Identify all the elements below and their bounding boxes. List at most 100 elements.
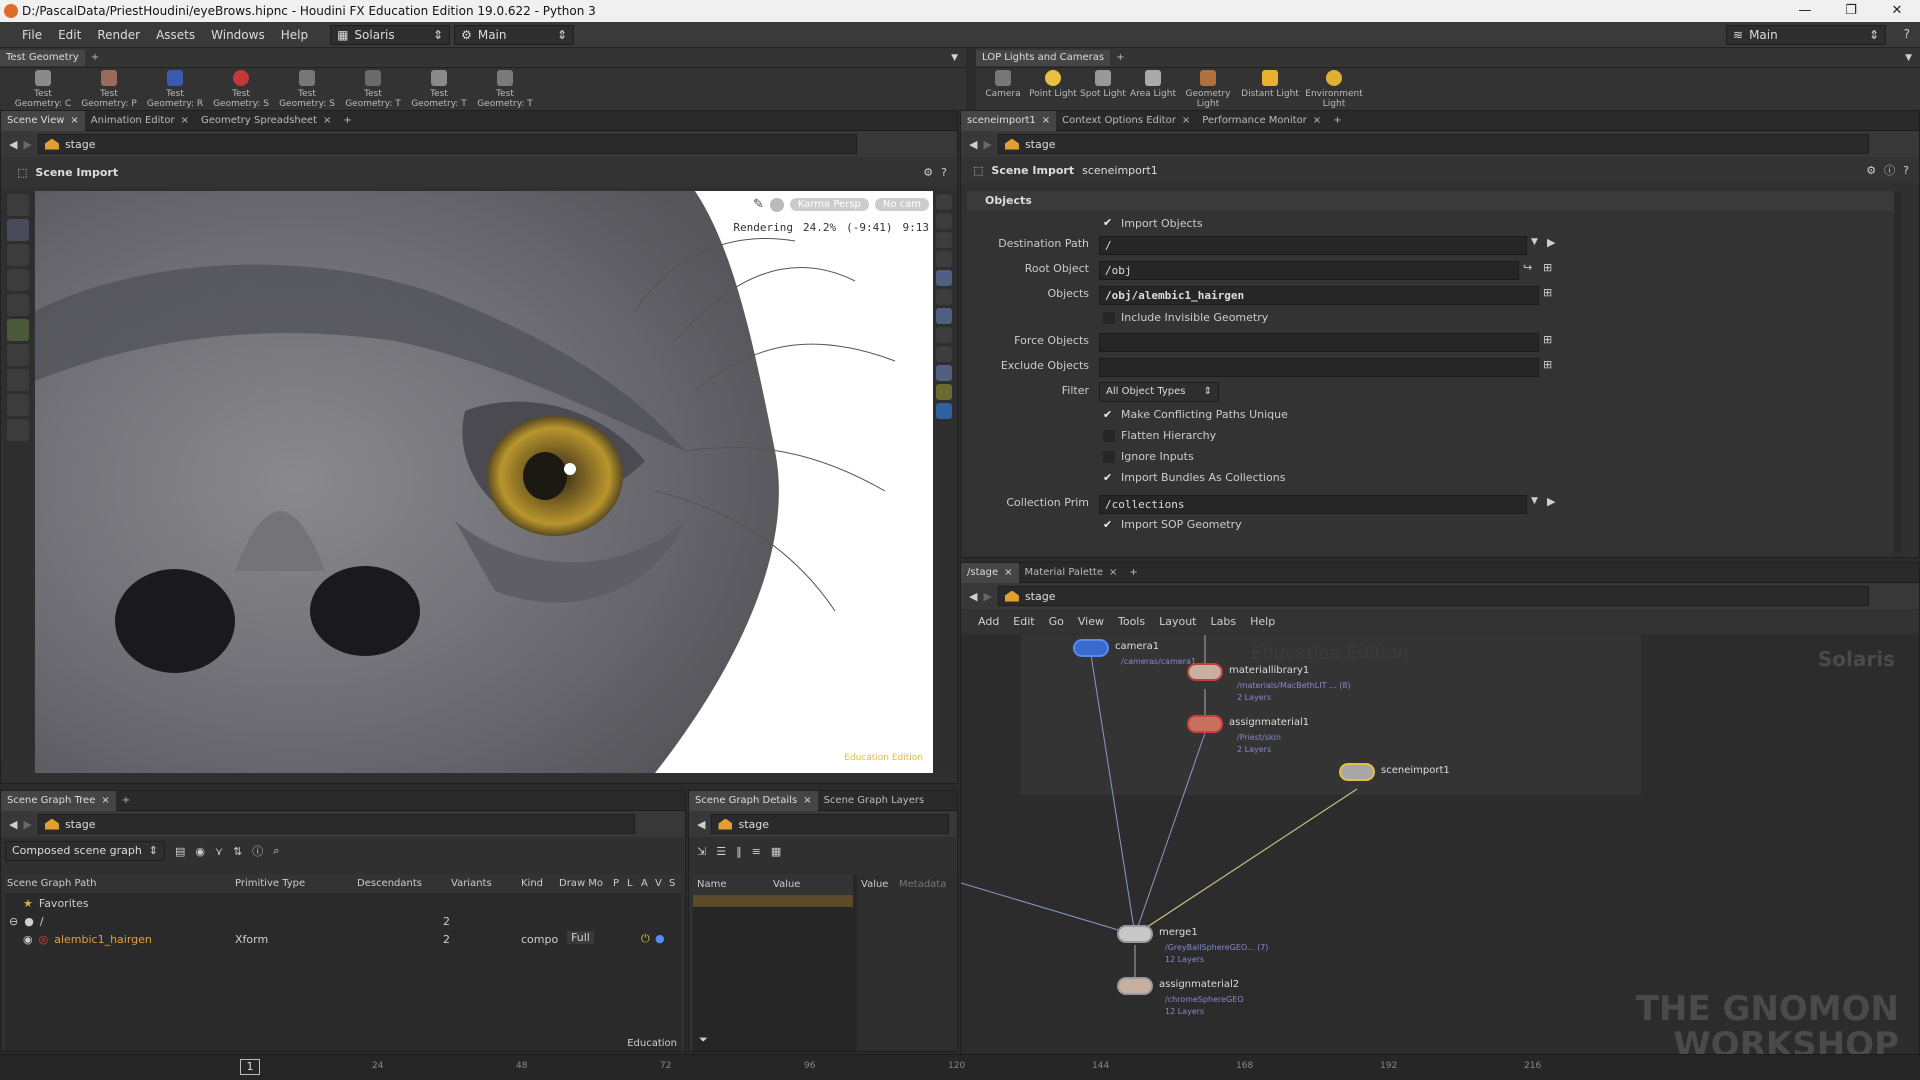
include-invisible-checkbox[interactable]: [1103, 312, 1115, 324]
collection-prim-field[interactable]: /collections: [1099, 495, 1527, 514]
objects-field[interactable]: /obj/alembic1_hairgen: [1099, 286, 1539, 305]
tab-scene-graph-details[interactable]: Scene Graph Details ×: [689, 790, 818, 811]
display-option-icon[interactable]: [936, 194, 952, 210]
display-option-icon[interactable]: [936, 346, 952, 362]
close-icon[interactable]: ×: [803, 791, 811, 811]
node-assignmaterial1[interactable]: [1187, 715, 1223, 733]
arrow-right-icon[interactable]: ▶: [1547, 495, 1555, 508]
chevron-down-icon[interactable]: ▼: [1531, 237, 1538, 247]
render-option-icon[interactable]: [936, 365, 952, 381]
tree-row-alembic[interactable]: ◉ ◎ alembic1_hairgen: [23, 933, 152, 946]
col-v[interactable]: V: [655, 878, 662, 889]
shelf-menu-icon[interactable]: ▼: [951, 53, 958, 63]
menu-edit[interactable]: Edit: [50, 22, 89, 48]
expand-icon[interactable]: ⊖: [9, 915, 18, 928]
import-bundles-checkbox[interactable]: ✔: [1103, 472, 1115, 484]
col-name[interactable]: Name: [697, 879, 727, 890]
filter-icon[interactable]: ⋎: [215, 845, 223, 858]
col-s[interactable]: S: [669, 878, 675, 889]
lock-icon[interactable]: [936, 232, 952, 248]
gear-icon[interactable]: ⚙: [1866, 164, 1876, 177]
shelf-tool[interactable]: Test Geometry: T: [340, 68, 406, 112]
layers-icon[interactable]: ▤: [175, 845, 185, 858]
col-p[interactable]: P: [613, 878, 619, 889]
node-chooser-icon[interactable]: ⊞: [1543, 333, 1552, 346]
shelf-tool-geometry-light[interactable]: Geometry Light: [1178, 68, 1238, 112]
network-menu-view[interactable]: View: [1071, 615, 1111, 628]
forward-arrow-icon[interactable]: ▶: [23, 138, 31, 151]
col-kind[interactable]: Kind: [521, 878, 543, 889]
import-objects-checkbox[interactable]: ✔: [1103, 217, 1115, 229]
rotate-tool-icon[interactable]: [7, 294, 29, 316]
close-icon[interactable]: ×: [1182, 111, 1190, 131]
network-menu-add[interactable]: Add: [971, 615, 1006, 628]
menu-assets[interactable]: Assets: [148, 22, 203, 48]
no-cam-menu[interactable]: No cam: [874, 198, 929, 211]
path-field[interactable]: stage: [37, 134, 857, 154]
render-option-icon[interactable]: [936, 403, 952, 419]
current-frame[interactable]: 1: [240, 1059, 260, 1075]
forward-arrow-icon[interactable]: ▶: [983, 138, 991, 151]
tree-row-root[interactable]: ⊖ ● /: [9, 915, 44, 928]
columns-icon[interactable]: ‖: [736, 845, 742, 858]
tab-scene-graph-layers[interactable]: Scene Graph Layers: [818, 791, 931, 811]
add-tab-icon[interactable]: +: [337, 111, 357, 131]
shelf-tool-distant-light[interactable]: Distant Light: [1238, 68, 1302, 112]
section-objects[interactable]: Objects: [967, 191, 1902, 211]
shelf-tool[interactable]: Test Geometry: R: [142, 68, 208, 112]
back-arrow-icon[interactable]: ◀: [969, 590, 977, 603]
scale-tool-icon[interactable]: [7, 344, 29, 366]
add-tab-icon[interactable]: +: [116, 791, 136, 811]
shelf-menu-icon[interactable]: ▼: [1905, 53, 1912, 63]
display-option-icon[interactable]: [936, 327, 952, 343]
collapse-icon[interactable]: ⇅: [233, 845, 242, 858]
col-variants[interactable]: Variants: [451, 878, 492, 889]
network-menu-labs[interactable]: Labs: [1204, 615, 1244, 628]
grid-icon[interactable]: ▦: [771, 845, 781, 858]
close-icon[interactable]: ×: [101, 791, 109, 811]
filter-icon[interactable]: ⏷: [699, 1033, 708, 1047]
path-field[interactable]: stage: [997, 134, 1869, 154]
path-field[interactable]: stage: [37, 814, 635, 834]
col-descendants[interactable]: Descendants: [357, 878, 422, 889]
close-button[interactable]: ✕: [1874, 0, 1920, 22]
info-icon[interactable]: ⓘ: [252, 843, 263, 859]
minimize-button[interactable]: —: [1782, 0, 1828, 22]
forward-arrow-icon[interactable]: ▶: [983, 590, 991, 603]
tab-context-options[interactable]: Context Options Editor ×: [1056, 111, 1196, 131]
visible-icon[interactable]: ●: [655, 932, 665, 945]
render-option-icon[interactable]: [936, 384, 952, 400]
tab-value[interactable]: Value: [861, 879, 888, 890]
tab-scene-view[interactable]: Scene View ×: [1, 110, 85, 131]
add-tab-icon[interactable]: +: [1327, 111, 1347, 131]
paint-tool-icon[interactable]: [7, 419, 29, 441]
render-viewport[interactable]: ✎ Karma Persp No cam Rendering 24.2% (-9…: [35, 191, 935, 773]
close-icon[interactable]: ×: [1109, 563, 1117, 583]
pencil-icon[interactable]: ✎: [753, 197, 764, 212]
network-menu-tools[interactable]: Tools: [1111, 615, 1152, 628]
shelf-tool[interactable]: Test Geometry: S: [208, 68, 274, 112]
list-icon[interactable]: ☰: [716, 845, 726, 858]
node-chooser-icon[interactable]: ⊞: [1543, 286, 1552, 299]
display-option-icon[interactable]: [936, 289, 952, 305]
tab-performance-monitor[interactable]: Performance Monitor ×: [1196, 111, 1327, 131]
shelf-tool-spot-light[interactable]: Spot Light: [1078, 68, 1128, 112]
scene-graph-mode-menu[interactable]: Composed scene graph ⇕: [5, 841, 165, 861]
param-scrollbar[interactable]: [1894, 191, 1902, 553]
menu-help[interactable]: Help: [273, 22, 316, 48]
shelf-tool-environment-light[interactable]: Environment Light: [1302, 68, 1366, 112]
col-a[interactable]: A: [641, 878, 648, 889]
gear-icon[interactable]: ⚙: [923, 166, 933, 179]
brush-tool-icon[interactable]: [7, 244, 29, 266]
network-menu-edit[interactable]: Edit: [1006, 615, 1041, 628]
help-icon[interactable]: ?: [1904, 27, 1910, 41]
tab-stage[interactable]: /stage ×: [961, 562, 1019, 583]
close-icon[interactable]: ×: [181, 111, 189, 131]
shelf-add-tab-icon[interactable]: +: [1110, 50, 1130, 66]
back-arrow-icon[interactable]: ◀: [969, 138, 977, 151]
shelf-tab-test-geometry[interactable]: Test Geometry: [0, 49, 85, 66]
jump-icon[interactable]: ↪: [1523, 261, 1532, 274]
flatten-checkbox[interactable]: [1103, 430, 1115, 442]
node-camera1[interactable]: [1073, 639, 1109, 657]
root-object-field[interactable]: /obj: [1099, 261, 1519, 280]
